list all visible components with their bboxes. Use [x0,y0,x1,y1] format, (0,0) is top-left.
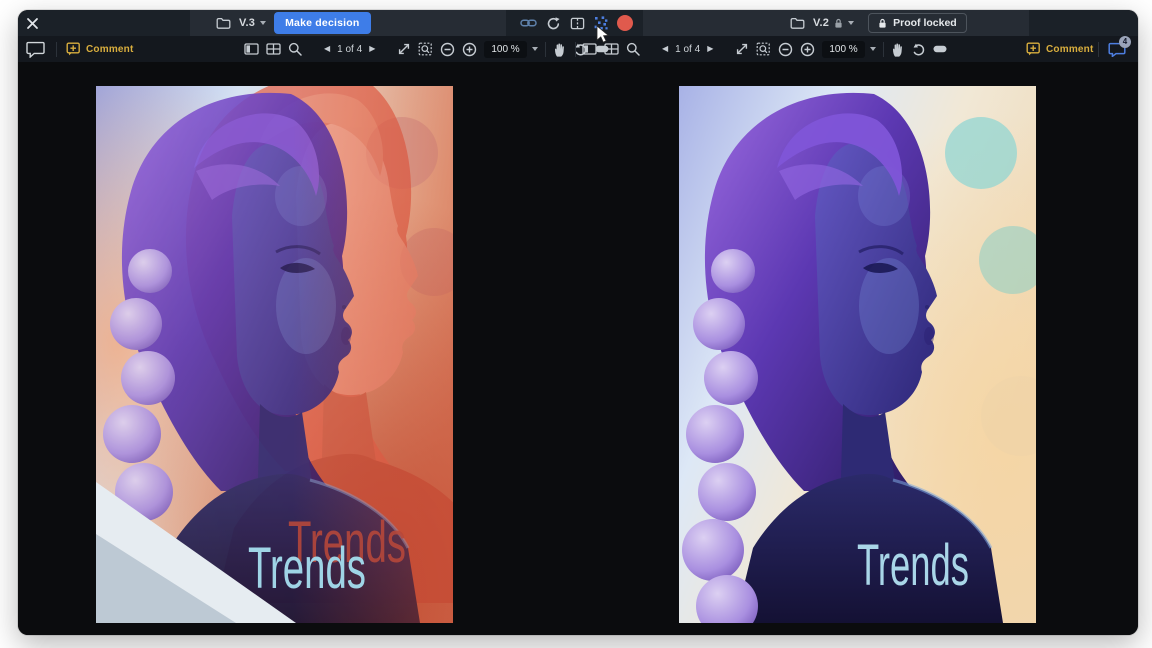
chevron-down-icon [532,47,538,51]
add-comment-button-right[interactable]: Comment [1026,42,1094,56]
background-toggle-icon[interactable] [933,45,947,53]
next-page-button[interactable]: ▶ [707,45,713,53]
rotate-icon[interactable] [911,42,926,57]
page-indicator: 1 of 4 [337,44,362,55]
fit-expand-icon[interactable] [397,42,411,56]
zoom-level-selector[interactable]: 100 % [822,41,875,58]
chevron-down-icon [260,21,266,25]
marquee-zoom-icon[interactable] [418,42,433,56]
pan-hand-icon[interactable] [891,42,904,57]
chevron-down-icon [870,47,876,51]
difference-overlay-icon[interactable] [594,16,608,30]
right-version-label: V.2 [813,17,829,29]
grid-view-icon[interactable] [266,43,281,55]
marquee-zoom-icon[interactable] [756,42,771,56]
make-decision-button[interactable]: Make decision [274,12,370,34]
proof-image-right[interactable]: Trends [679,86,1036,623]
zoom-level-value: 100 % [484,41,526,58]
proof-locked-label: Proof locked [893,17,957,29]
left-version-selector[interactable]: V.3 [239,17,266,29]
lock-icon [834,18,843,29]
lock-icon [878,18,887,29]
search-icon[interactable] [288,42,302,56]
comment-label: Comment [1046,44,1094,55]
add-comment-button-left[interactable]: Comment [66,42,134,56]
sidebar-toggle-icon[interactable] [244,43,259,55]
sidebar-toggle-icon[interactable] [582,43,597,55]
compare-canvas: Trends Trends [18,62,1138,635]
add-comment-icon [66,42,81,56]
poster-title: Trends [857,533,969,598]
refresh-icon[interactable] [546,16,561,31]
grid-view-icon[interactable] [604,43,619,55]
right-version-selector[interactable]: V.2 [813,17,854,29]
pan-hand-icon[interactable] [553,42,566,57]
compare-mode-icon[interactable] [570,17,585,30]
close-icon[interactable] [26,17,39,30]
search-icon[interactable] [626,42,640,56]
proof-viewer-window: V.3 Make decision V [18,10,1138,635]
zoom-in-icon[interactable] [462,42,477,57]
proof-image-left[interactable]: Trends Trends [96,86,453,623]
annotation-bubble-icon[interactable] [26,41,45,58]
user-avatar[interactable] [617,15,633,31]
link-sync-icon[interactable] [520,17,537,29]
header-bar: V.3 Make decision V [18,10,1138,36]
comments-panel-button[interactable]: 4 [1108,42,1126,57]
fit-expand-icon[interactable] [735,42,749,56]
add-comment-icon [1026,42,1041,56]
page-indicator: 1 of 4 [675,44,700,55]
comment-label: Comment [86,44,134,55]
zoom-in-icon[interactable] [800,42,815,57]
bokeh-circle [945,117,1017,189]
chevron-down-icon [848,21,854,25]
zoom-out-icon[interactable] [778,42,793,57]
left-version-label: V.3 [239,17,255,29]
prev-page-button[interactable]: ◀ [324,45,330,53]
comment-count-badge: 4 [1119,36,1131,48]
poster-title: Trends [248,536,366,601]
zoom-out-icon[interactable] [440,42,455,57]
proof-locked-badge: Proof locked [868,13,967,33]
folder-icon[interactable] [216,17,231,30]
next-page-button[interactable]: ▶ [369,45,375,53]
toolbar: Comment ◀ 1 of 4 ▶ [18,36,1138,62]
prev-page-button[interactable]: ◀ [662,45,668,53]
zoom-level-value: 100 % [822,41,864,58]
zoom-level-selector[interactable]: 100 % [484,41,537,58]
folder-icon[interactable] [790,17,805,30]
